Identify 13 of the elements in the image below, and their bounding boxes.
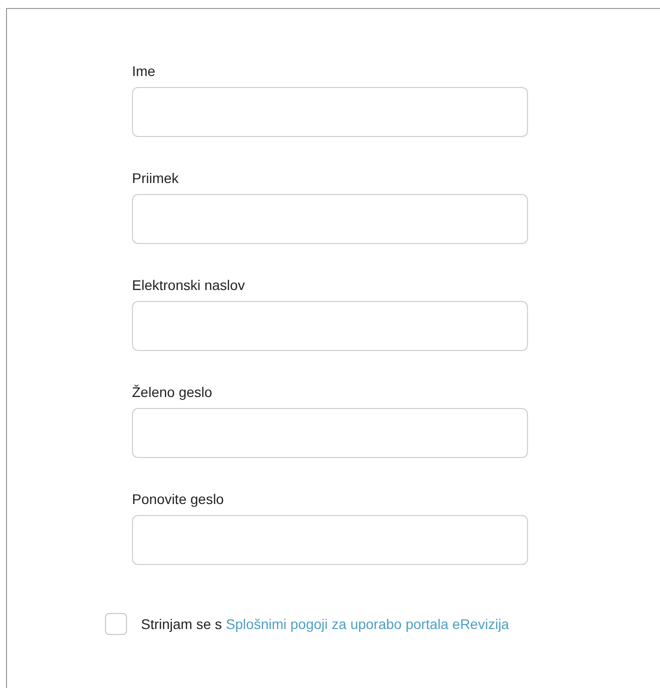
field-label: Ime bbox=[132, 62, 156, 81]
field-label: Želeno geslo bbox=[132, 383, 214, 402]
input-field[interactable] bbox=[132, 301, 528, 351]
checkbox[interactable] bbox=[105, 613, 127, 635]
field-label: Priimek bbox=[132, 169, 180, 188]
input-field[interactable] bbox=[132, 194, 528, 244]
field-label: Ponovite geslo bbox=[132, 490, 225, 509]
input-field[interactable] bbox=[132, 515, 528, 565]
terms-link[interactable]: Splošnimi pogoji za uporabo portala eRevizija bbox=[226, 616, 510, 632]
field-label: Elektronski naslov bbox=[132, 276, 246, 295]
input-field[interactable] bbox=[132, 87, 528, 137]
agreement-text: Strinjam se s Splošnimi pogoji za uporabo portala eRevizija bbox=[141, 616, 510, 632]
input-field[interactable] bbox=[132, 408, 528, 458]
